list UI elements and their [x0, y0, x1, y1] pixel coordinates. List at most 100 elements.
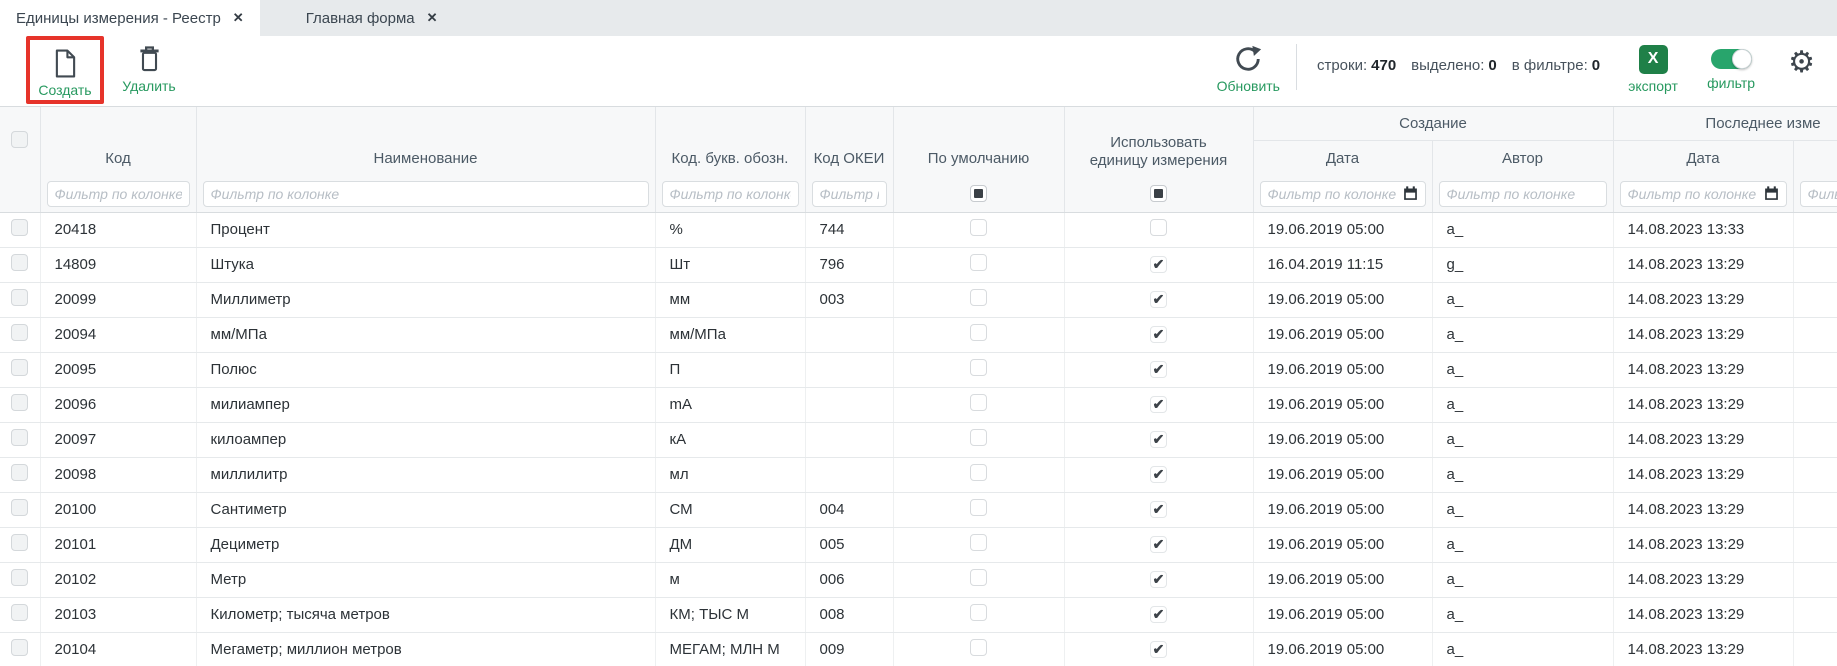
default-checkbox-unchecked[interactable] [970, 219, 987, 236]
row-checkbox[interactable] [11, 429, 28, 446]
filter-input-changed-author[interactable] [1808, 186, 1837, 202]
close-tab-icon[interactable]: ✕ [427, 10, 438, 26]
default-checkbox-unchecked[interactable] [970, 359, 987, 376]
cell-name: Полюс [196, 352, 655, 387]
column-header-created-author[interactable]: Автор [1432, 140, 1613, 176]
use-unit-checkbox-checked[interactable]: ✔ [1150, 536, 1167, 553]
table-row[interactable]: 20094мм/МПамм/МПа✔19.06.2019 05:00a_14.0… [0, 317, 1837, 352]
default-checkbox-unchecked[interactable] [970, 289, 987, 306]
cell-okei: 004 [805, 492, 893, 527]
table-row[interactable]: 20103Километр; тысяча метровКМ; ТЫС М008… [0, 597, 1837, 632]
column-header-changed-date[interactable]: Дата [1613, 140, 1793, 176]
column-header-letter-code[interactable]: Код. букв. обозн. [655, 107, 805, 176]
row-checkbox[interactable] [11, 534, 28, 551]
row-select-cell [0, 247, 40, 282]
table-row[interactable]: 20099Миллиметрмм003✔19.06.2019 05:00a_14… [0, 282, 1837, 317]
filter-input-letter-code[interactable] [670, 186, 791, 202]
default-checkbox-unchecked[interactable] [970, 604, 987, 621]
refresh-button[interactable]: Обновить [1217, 36, 1280, 94]
default-checkbox-unchecked[interactable] [970, 429, 987, 446]
use-unit-checkbox-checked[interactable]: ✔ [1150, 606, 1167, 623]
export-excel-button[interactable]: X экспорт [1622, 36, 1684, 94]
column-header-created-date[interactable]: Дата [1253, 140, 1432, 176]
filter-input-created-author[interactable] [1447, 186, 1599, 202]
table-row[interactable]: 20096милиамперmA✔19.06.2019 05:00a_14.08… [0, 387, 1837, 422]
table-row[interactable]: 14809ШтукаШт796✔16.04.2019 11:15g_14.08.… [0, 247, 1837, 282]
cell-code: 14809 [40, 247, 196, 282]
filter-input-code[interactable] [55, 186, 182, 202]
filter-checkbox-use-indeterminate[interactable] [1150, 185, 1167, 202]
column-header-name[interactable]: Наименование [196, 107, 655, 176]
column-header-okei[interactable]: Код ОКЕИ [805, 107, 893, 176]
filter-input-name[interactable] [211, 186, 641, 202]
table-row[interactable]: 20418Процент%74419.06.2019 05:00a_14.08.… [0, 212, 1837, 247]
delete-button[interactable]: Удалить [118, 36, 180, 94]
use-unit-checkbox-checked[interactable]: ✔ [1150, 431, 1167, 448]
column-header-code[interactable]: Код [40, 107, 196, 176]
data-grid: Код Наименование Код. букв. обозн. Код О… [0, 106, 1837, 666]
row-checkbox[interactable] [11, 289, 28, 306]
cell-created-author: a_ [1432, 422, 1613, 457]
select-all-checkbox[interactable] [11, 131, 28, 148]
row-checkbox[interactable] [11, 219, 28, 236]
table-row[interactable]: 20098миллилитрмл✔19.06.2019 05:00a_14.08… [0, 457, 1837, 492]
row-checkbox[interactable] [11, 359, 28, 376]
row-checkbox[interactable] [11, 569, 28, 586]
group-header-creation: Создание [1253, 107, 1613, 140]
row-checkbox[interactable] [11, 499, 28, 516]
table-row[interactable]: 20101ДециметрДМ005✔19.06.2019 05:00a_14.… [0, 527, 1837, 562]
cell-name: Сантиметр [196, 492, 655, 527]
table-row[interactable]: 20102Метрм006✔19.06.2019 05:00a_14.08.20… [0, 562, 1837, 597]
use-unit-checkbox-checked[interactable]: ✔ [1150, 326, 1167, 343]
table-row[interactable]: 20100СантиметрСМ004✔19.06.2019 05:00a_14… [0, 492, 1837, 527]
toggle-on-icon[interactable] [1711, 49, 1752, 69]
row-checkbox[interactable] [11, 604, 28, 621]
default-checkbox-unchecked[interactable] [970, 534, 987, 551]
cell-okei: 796 [805, 247, 893, 282]
select-all-cell[interactable] [0, 107, 40, 176]
default-checkbox-unchecked[interactable] [970, 639, 987, 656]
row-checkbox[interactable] [11, 254, 28, 271]
tab-main-form[interactable]: Главная форма ✕ [290, 0, 454, 36]
default-checkbox-unchecked[interactable] [970, 499, 987, 516]
close-tab-icon[interactable]: ✕ [233, 10, 244, 26]
row-checkbox[interactable] [11, 464, 28, 481]
default-checkbox-unchecked[interactable] [970, 394, 987, 411]
use-unit-checkbox-unchecked[interactable] [1150, 219, 1167, 236]
cell-okei [805, 387, 893, 422]
filter-input-okei[interactable] [820, 186, 879, 202]
use-unit-checkbox-checked[interactable]: ✔ [1150, 641, 1167, 658]
table-row[interactable]: 20095ПолюсП✔19.06.2019 05:00a_14.08.2023… [0, 352, 1837, 387]
gear-icon[interactable]: ⚙ [1788, 48, 1815, 78]
filter-checkbox-default-indeterminate[interactable] [970, 185, 987, 202]
row-checkbox[interactable] [11, 639, 28, 656]
table-row[interactable]: 20097килоамперкА✔19.06.2019 05:00a_14.08… [0, 422, 1837, 457]
row-checkbox[interactable] [11, 394, 28, 411]
cell-changed-author [1793, 352, 1837, 387]
tab-units-registry[interactable]: Единицы измерения - Реестр ✕ [0, 0, 260, 36]
row-select-cell [0, 457, 40, 492]
default-checkbox-unchecked[interactable] [970, 464, 987, 481]
filter-input-changed-date[interactable] [1628, 186, 1759, 202]
use-unit-checkbox-checked[interactable]: ✔ [1150, 466, 1167, 483]
filter-input-created-date[interactable] [1268, 186, 1398, 202]
cell-changed-date: 14.08.2023 13:29 [1613, 632, 1793, 666]
create-button[interactable]: Создать [34, 40, 96, 98]
cell-default [893, 212, 1064, 247]
column-header-default[interactable]: По умолчанию [893, 107, 1064, 176]
use-unit-checkbox-checked[interactable]: ✔ [1150, 501, 1167, 518]
use-unit-checkbox-checked[interactable]: ✔ [1150, 396, 1167, 413]
cell-letter-code: % [655, 212, 805, 247]
default-checkbox-unchecked[interactable] [970, 569, 987, 586]
row-checkbox[interactable] [11, 324, 28, 341]
use-unit-checkbox-checked[interactable]: ✔ [1150, 571, 1167, 588]
use-unit-checkbox-checked[interactable]: ✔ [1150, 256, 1167, 273]
table-row[interactable]: 20104Мегаметр; миллион метровМЕГАМ; МЛН … [0, 632, 1837, 666]
filter-toggle[interactable]: фильтр [1700, 36, 1762, 91]
column-header-changed-author[interactable] [1793, 140, 1837, 176]
use-unit-checkbox-checked[interactable]: ✔ [1150, 291, 1167, 308]
use-unit-checkbox-checked[interactable]: ✔ [1150, 361, 1167, 378]
column-header-use-unit[interactable]: Использовать единицу измерения [1064, 107, 1253, 176]
default-checkbox-unchecked[interactable] [970, 254, 987, 271]
default-checkbox-unchecked[interactable] [970, 324, 987, 341]
